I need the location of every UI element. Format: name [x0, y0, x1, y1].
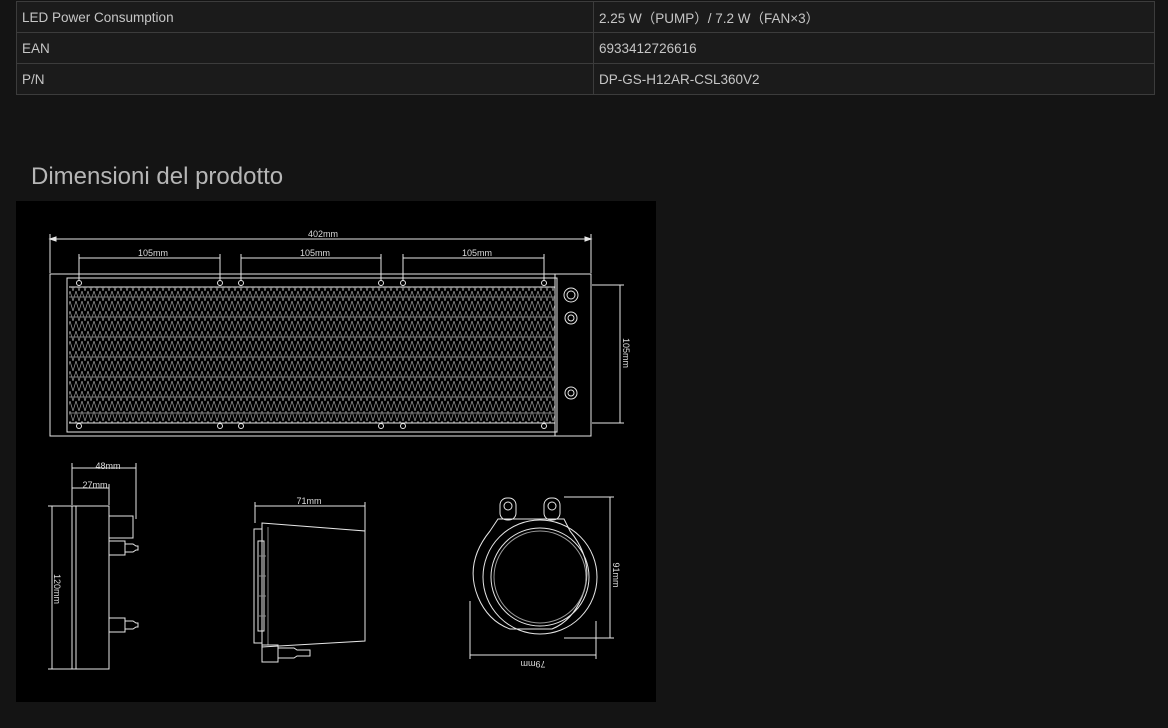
spec-label: LED Power Consumption [16, 1, 594, 33]
dim-label-side-thickness: 27mm [82, 480, 107, 490]
technical-drawing: 402mm 105mm 105mm 105mm 105mm 48mm 27mm … [48, 229, 631, 670]
spec-label: P/N [16, 63, 594, 95]
pump-side-view [253, 502, 366, 663]
dim-label-side-height: 120mm [52, 574, 62, 604]
section-title: Dimensioni del prodotto [31, 163, 284, 190]
spec-value: 2.25 W（PUMP）/ 7.2 W（FAN×3） [593, 1, 1155, 33]
table-row: P/N DP-GS-H12AR-CSL360V2 [16, 63, 1155, 95]
spec-value: 6933412726616 [593, 32, 1155, 64]
table-row: LED Power Consumption 2.25 W（PUMP）/ 7.2 … [16, 1, 1155, 33]
table-row: EAN 6933412726616 [16, 32, 1155, 64]
dim-label-pump-depth: 71mm [296, 496, 321, 506]
side-view [48, 463, 139, 670]
dim-label-width: 402mm [308, 229, 338, 239]
dim-label-fan-1: 105mm [138, 248, 168, 258]
spec-table: LED Power Consumption 2.25 W（PUMP）/ 7.2 … [16, 1, 1155, 95]
dimensions-drawing: 402mm 105mm 105mm 105mm 105mm 48mm 27mm … [16, 201, 656, 702]
dim-label-fan-2: 105mm [300, 248, 330, 258]
dim-label-pump-height: 91mm [611, 562, 621, 587]
dim-label-radiator-height: 105mm [621, 338, 631, 368]
dim-label-fan-3: 105mm [462, 248, 492, 258]
spec-value: DP-GS-H12AR-CSL360V2 [593, 63, 1155, 95]
radiator-view [48, 234, 624, 437]
spec-label: EAN [16, 32, 594, 64]
dim-label-pump-width: 79mm [520, 659, 545, 669]
pump-top-view [469, 496, 614, 659]
dim-label-side-width: 48mm [95, 461, 120, 471]
